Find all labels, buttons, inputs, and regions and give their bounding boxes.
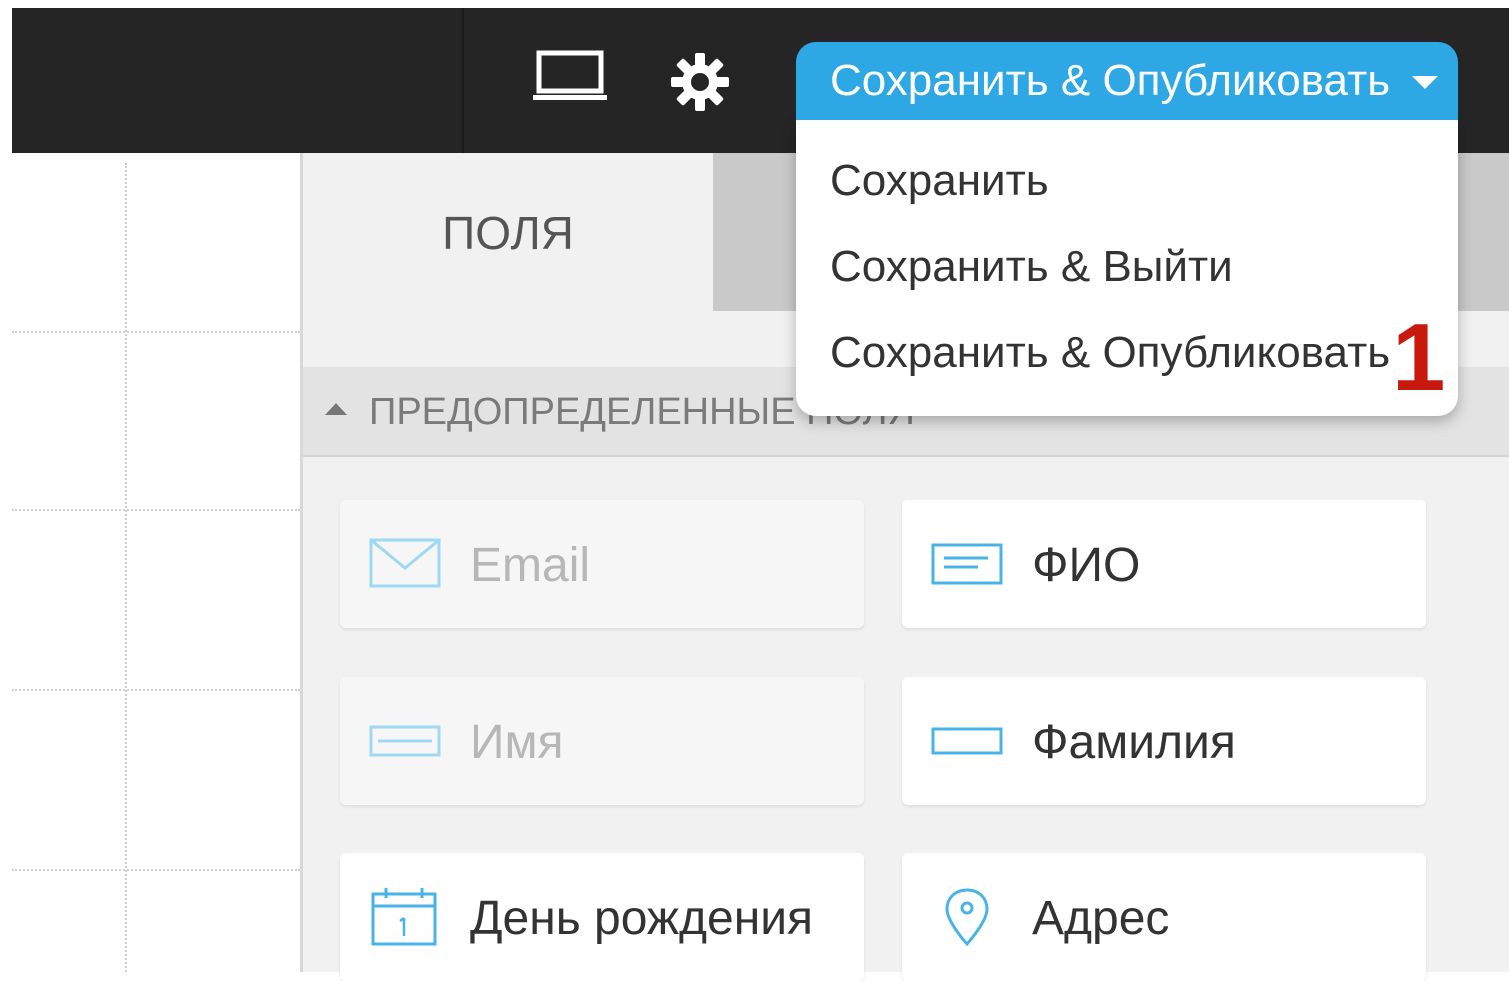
caret-up-icon: [325, 403, 347, 415]
field-label: Email: [470, 539, 591, 592]
save-publish-button[interactable]: Сохранить & Опубликовать: [796, 42, 1458, 120]
preview-button[interactable]: [520, 40, 620, 110]
field-card-last-name[interactable]: Фамилия: [902, 677, 1426, 805]
field-card-first-name[interactable]: Имя: [340, 677, 864, 805]
menu-item-save-exit[interactable]: Сохранить & Выйти: [830, 242, 1233, 292]
grid-guide-horizontal: [12, 869, 300, 871]
publish-dropdown-menu: Сохранить Сохранить & Выйти Сохранить & …: [796, 120, 1458, 416]
text-field-icon: [369, 725, 441, 757]
field-label: Фамилия: [1032, 716, 1236, 769]
grid-guide-vertical: [125, 163, 127, 972]
field-card-full-name[interactable]: ФИО: [902, 500, 1426, 628]
form-canvas[interactable]: [12, 153, 300, 972]
grid-guide-horizontal: [12, 331, 300, 333]
map-pin-icon: [945, 888, 989, 947]
field-label: День рождения: [470, 892, 814, 945]
laptop-icon: [533, 50, 607, 100]
field-label: Имя: [470, 716, 564, 769]
caret-down-icon: [1412, 76, 1438, 89]
grid-guide-horizontal: [12, 509, 300, 511]
text-field-icon: [931, 727, 1003, 755]
grid-guide-horizontal: [12, 689, 300, 691]
gear-icon: [671, 53, 729, 111]
field-label: ФИО: [1032, 539, 1141, 592]
toolbar-divider: [462, 8, 464, 153]
envelope-icon: [369, 538, 441, 588]
field-card-birthday[interactable]: День рождения: [340, 853, 864, 981]
settings-button[interactable]: [660, 42, 740, 122]
tab-fields-label: ПОЛЯ: [442, 207, 574, 259]
calendar-icon: [371, 888, 437, 946]
tab-fields[interactable]: ПОЛЯ: [303, 153, 713, 313]
menu-item-save[interactable]: Сохранить: [830, 156, 1049, 206]
save-publish-button-label: Сохранить & Опубликовать: [830, 56, 1391, 105]
field-label: Адрес: [1032, 892, 1170, 945]
menu-item-save-publish[interactable]: Сохранить & Опубликовать: [830, 328, 1390, 378]
field-card-address[interactable]: Адрес: [902, 853, 1426, 981]
text-lines-icon: [931, 543, 1003, 585]
annotation-marker: 1: [1392, 304, 1446, 411]
field-card-email[interactable]: Email: [340, 500, 864, 628]
